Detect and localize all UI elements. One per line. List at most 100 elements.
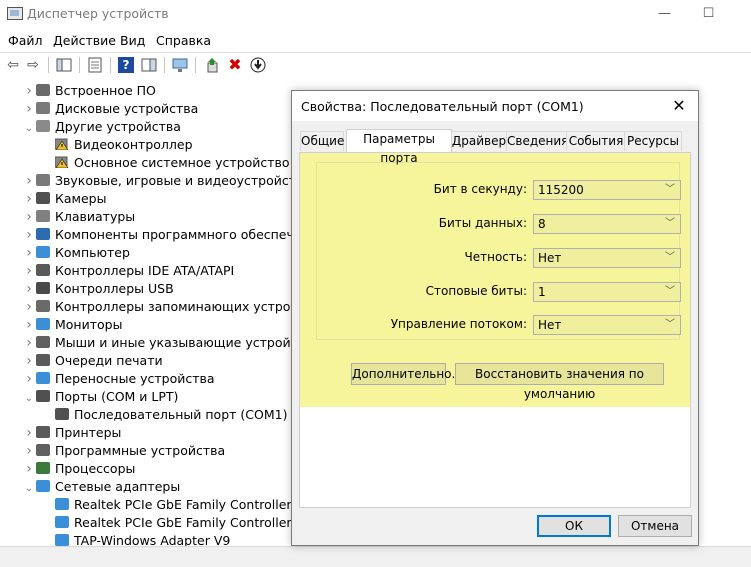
chevron-right-icon[interactable]: ›: [22, 208, 36, 226]
tree-category[interactable]: › Клавиатуры: [22, 208, 135, 226]
chevron-right-icon[interactable]: ›: [22, 460, 36, 478]
tree-category[interactable]: › Камеры: [22, 190, 106, 208]
menu-action[interactable]: Действие: [53, 33, 116, 48]
tree-category[interactable]: › Программные устройства: [22, 442, 225, 460]
chevron-down-icon[interactable]: ⌄: [22, 390, 36, 408]
chevron-right-icon[interactable]: ›: [22, 172, 36, 190]
maximize-button[interactable]: ☐: [686, 2, 731, 26]
action-pane-icon[interactable]: [141, 57, 157, 73]
port-icon: [55, 408, 69, 420]
speaker-icon: [36, 174, 50, 186]
tree-category[interactable]: ⌄ Сетевые адаптеры: [22, 478, 180, 496]
device-tree[interactable]: › Встроенное ПО › Дисковые устройства ⌄ Други…: [0, 80, 300, 546]
menu-view[interactable]: Вид: [120, 33, 145, 48]
minimize-button[interactable]: —: [642, 2, 687, 26]
mouse-icon: [36, 336, 50, 348]
monitor-icon: [36, 318, 50, 330]
dialog-title-bar: Свойства: Последовательный порт (COM1) ✕: [292, 91, 698, 121]
tree-device[interactable]: Realtek PCIe GbE Family Controller #2: [41, 514, 300, 532]
chevron-right-icon[interactable]: ›: [22, 280, 36, 298]
tree-item-label: TAP-Windows Adapter V9: [74, 533, 231, 546]
tree-item-label: Встроенное ПО: [55, 83, 156, 98]
tab-details[interactable]: Сведения: [506, 131, 568, 151]
tab-resources[interactable]: Ресурсы: [624, 131, 682, 151]
tree-category[interactable]: › Встроенное ПО: [22, 82, 156, 100]
unknown-device-icon: [36, 120, 50, 132]
baud-rate-label: Бит в секунду:: [433, 182, 527, 196]
tree-device[interactable]: Основное системное устройство: [41, 154, 290, 172]
close-icon[interactable]: ✕: [666, 94, 692, 118]
cancel-button[interactable]: Отмена: [618, 515, 692, 537]
ok-button[interactable]: ОК: [537, 515, 611, 537]
tree-category[interactable]: › Контроллеры USB: [22, 280, 173, 298]
tab-driver[interactable]: Драйвер: [450, 131, 508, 151]
tree-category[interactable]: › Дисковые устройства: [22, 100, 198, 118]
chevron-right-icon[interactable]: ›: [22, 244, 36, 262]
stop-bits-select[interactable]: 1 ﹀: [533, 282, 681, 302]
chevron-right-icon[interactable]: ›: [22, 316, 36, 334]
uninstall-device-icon[interactable]: ✖: [227, 57, 243, 73]
chevron-right-icon[interactable]: ›: [22, 82, 36, 100]
chevron-right-icon[interactable]: ›: [22, 334, 36, 352]
properties-dialog: Свойства: Последовательный порт (COM1) ✕…: [291, 90, 699, 546]
chevron-down-icon: ﹀: [665, 218, 675, 229]
tree-device[interactable]: Видеоконтроллер: [41, 136, 193, 154]
tree-device[interactable]: TAP-Windows Adapter V9: [41, 532, 230, 546]
advanced-button[interactable]: Дополнительно...: [351, 363, 463, 385]
update-driver-icon[interactable]: [204, 57, 220, 73]
help-icon[interactable]: ?: [118, 57, 134, 73]
scan-hardware-icon[interactable]: [172, 57, 188, 73]
chevron-right-icon[interactable]: ›: [22, 298, 36, 316]
tree-category[interactable]: › Компоненты программного обеспечения: [22, 226, 300, 244]
chevron-right-icon[interactable]: ›: [22, 262, 36, 280]
show-hide-console-tree-icon[interactable]: [56, 57, 72, 73]
tab-port-settings[interactable]: Параметры порта: [346, 129, 452, 165]
flow-control-select[interactable]: Нет ﹀: [533, 315, 681, 335]
toolbar-separator: [164, 57, 165, 73]
tree-category[interactable]: › Компьютер: [22, 244, 130, 262]
chevron-down-icon[interactable]: ⌄: [22, 480, 36, 498]
chevron-right-icon[interactable]: ›: [22, 442, 36, 460]
usb-icon: [36, 282, 50, 294]
chevron-down-icon[interactable]: ⌄: [22, 120, 36, 138]
tree-category[interactable]: › Переносные устройства: [22, 370, 214, 388]
menu-file[interactable]: Файл: [8, 33, 43, 48]
tree-device[interactable]: Последовательный порт (COM1): [41, 406, 287, 424]
computer-icon: [36, 246, 50, 258]
chevron-right-icon[interactable]: ›: [22, 100, 36, 118]
cpu-icon: [36, 462, 50, 474]
parity-select[interactable]: Нет ﹀: [533, 248, 681, 268]
tree-category[interactable]: › Процессоры: [22, 460, 135, 478]
restore-defaults-button[interactable]: Восстановить значения по умолчанию: [455, 363, 664, 401]
tree-device[interactable]: Realtek PCIe GbE Family Controller: [41, 496, 292, 514]
tree-category[interactable]: › Контроллеры IDE ATA/ATAPI: [22, 262, 234, 280]
tab-general[interactable]: Общие: [300, 131, 344, 151]
tree-item-label: Компьютер: [55, 245, 130, 260]
window-title: Диспетчер устройств: [27, 6, 169, 21]
tree-category[interactable]: › Мониторы: [22, 316, 122, 334]
software-device-icon: [36, 444, 50, 456]
tree-category[interactable]: › Принтеры: [22, 424, 121, 442]
menu-help[interactable]: Справка: [156, 33, 211, 48]
chevron-right-icon[interactable]: ›: [22, 352, 36, 370]
chevron-right-icon[interactable]: ›: [22, 370, 36, 388]
properties-icon[interactable]: [87, 57, 103, 73]
chevron-right-icon[interactable]: ›: [22, 424, 36, 442]
data-bits-select[interactable]: 8 ﹀: [533, 214, 681, 234]
tree-category[interactable]: › Звуковые, игровые и видеоустройства: [22, 172, 300, 190]
tree-category[interactable]: › Контроллеры запоминающих устройств: [22, 298, 300, 316]
tree-category[interactable]: ⌄ Порты (COM и LPT): [22, 388, 179, 408]
back-arrow-icon[interactable]: ⇦: [5, 57, 21, 73]
tab-events[interactable]: События: [566, 131, 626, 151]
tree-category[interactable]: › Очереди печати: [22, 352, 162, 370]
chevron-right-icon[interactable]: ›: [22, 226, 36, 244]
baud-rate-select[interactable]: 115200 ﹀: [533, 180, 681, 200]
warning-device-icon: [54, 137, 69, 151]
flow-control-value: Нет: [538, 318, 562, 332]
tree-category[interactable]: ⌄ Другие устройства: [22, 118, 181, 136]
forward-arrow-icon[interactable]: ⇨: [25, 57, 41, 73]
tree-category[interactable]: › Мыши и иные указывающие устройства: [22, 334, 300, 352]
chevron-right-icon[interactable]: ›: [22, 190, 36, 208]
network-adapter-icon: [36, 480, 50, 492]
download-icon[interactable]: [250, 57, 266, 73]
